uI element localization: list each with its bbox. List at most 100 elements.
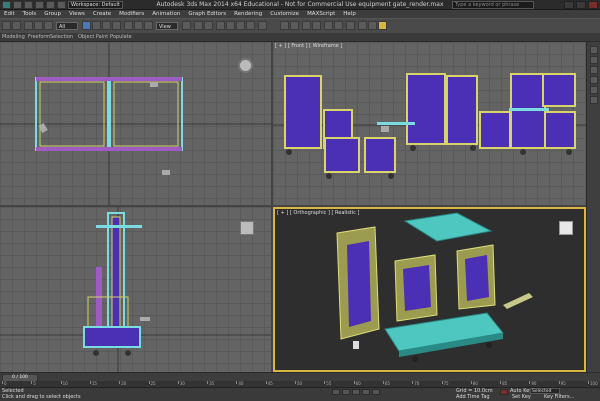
- minimize-icon[interactable]: [564, 1, 574, 9]
- curve-editor-icon[interactable]: [324, 21, 333, 30]
- timeline-tick: [236, 381, 238, 384]
- timeline-tick: [60, 381, 62, 384]
- timeline-tick-label: 65: [384, 381, 390, 386]
- rotate-icon[interactable]: [134, 21, 143, 30]
- menu-group[interactable]: Group: [40, 10, 65, 18]
- viewport-perspective[interactable]: [ + ] [ Orthographic ] [ Realistic ]: [273, 207, 586, 372]
- timeline-tick-label: 30: [179, 381, 185, 386]
- close-icon[interactable]: [588, 1, 598, 9]
- menu-help[interactable]: Help: [339, 10, 360, 18]
- viewport-label[interactable]: [ + ] [ Orthographic ] [ Realistic ]: [277, 210, 359, 216]
- graphite-tools-icon[interactable]: [312, 21, 321, 30]
- link-icon[interactable]: [24, 21, 33, 30]
- search-input[interactable]: Type a keyword or phrase: [452, 1, 534, 9]
- select-by-name-icon[interactable]: [92, 21, 101, 30]
- set-key-label[interactable]: Set Key: [512, 394, 531, 400]
- timeline-tick-label: 90: [531, 381, 537, 386]
- create-tab-icon[interactable]: [590, 46, 598, 54]
- key-icon[interactable]: [500, 389, 508, 395]
- scale-icon[interactable]: [144, 21, 153, 30]
- prompt-line: Click and drag to select objects: [2, 394, 81, 400]
- reference-coordinate-dropdown[interactable]: View: [156, 22, 178, 30]
- timeline-tick-label: 100: [590, 381, 598, 386]
- viewcube-icon[interactable]: [559, 221, 573, 235]
- top-view-objects: [0, 42, 271, 205]
- undo-icon[interactable]: [2, 21, 11, 30]
- schematic-view-icon[interactable]: [334, 21, 343, 30]
- timeline-tick: [382, 381, 384, 384]
- go-to-start-icon[interactable]: [332, 389, 340, 395]
- menu-views[interactable]: Views: [65, 10, 89, 18]
- tab-object-paint[interactable]: Object Paint: [78, 33, 108, 41]
- maximize-icon[interactable]: [576, 1, 586, 9]
- viewport-top[interactable]: [0, 42, 271, 205]
- timeline-tick: [412, 381, 414, 384]
- add-time-tag-button[interactable]: Add Time Tag: [456, 394, 490, 400]
- menu-graph-editors[interactable]: Graph Editors: [184, 10, 230, 18]
- front-view-objects: [273, 73, 586, 179]
- previous-frame-icon[interactable]: [342, 389, 350, 395]
- go-to-end-icon[interactable]: [372, 389, 380, 395]
- named-selection-icon[interactable]: [258, 21, 267, 30]
- next-frame-icon[interactable]: [362, 389, 370, 395]
- menu-maxscript[interactable]: MAXScript: [303, 10, 339, 18]
- rendered-frame-icon[interactable]: [368, 21, 377, 30]
- menu-edit[interactable]: Edit: [0, 10, 19, 18]
- window-crossing-icon[interactable]: [112, 21, 121, 30]
- window-controls: [564, 1, 598, 9]
- menu-modifiers[interactable]: Modifiers: [115, 10, 148, 18]
- viewport-front[interactable]: [ + ] [ Front ] [ Wireframe ]: [273, 42, 586, 205]
- layer-manager-icon[interactable]: [302, 21, 311, 30]
- modify-tab-icon[interactable]: [590, 56, 598, 64]
- timeline-tick: [148, 381, 150, 384]
- select-manipulate-icon[interactable]: [194, 21, 203, 30]
- selection-filter-dropdown[interactable]: All: [56, 22, 78, 30]
- tab-freeform[interactable]: Freeform: [28, 33, 50, 41]
- menu-animation[interactable]: Animation: [148, 10, 184, 18]
- tab-modeling[interactable]: Modeling: [2, 33, 25, 41]
- menu-customize[interactable]: Customize: [266, 10, 303, 18]
- timeline-tick: [2, 381, 3, 384]
- timeline-tick: [529, 381, 531, 384]
- key-filters-button[interactable]: Key Filters...: [544, 394, 574, 400]
- title-bar: Workspace: Default Autodesk 3ds Max 2014…: [0, 0, 600, 10]
- render-setup-icon[interactable]: [358, 21, 367, 30]
- region-select-icon[interactable]: [102, 21, 111, 30]
- timeline-tick: [558, 381, 560, 384]
- move-icon[interactable]: [124, 21, 133, 30]
- display-tab-icon[interactable]: [590, 86, 598, 94]
- align-icon[interactable]: [290, 21, 299, 30]
- tab-selection[interactable]: Selection: [50, 33, 73, 41]
- pivot-icon[interactable]: [182, 21, 191, 30]
- material-editor-icon[interactable]: [346, 21, 355, 30]
- mirror-icon[interactable]: [280, 21, 289, 30]
- percent-snap-icon[interactable]: [236, 21, 245, 30]
- hierarchy-tab-icon[interactable]: [590, 66, 598, 74]
- menu-create[interactable]: Create: [89, 10, 115, 18]
- bind-icon[interactable]: [44, 21, 53, 30]
- timeline-tick-label: 85: [502, 381, 508, 386]
- menu-rendering[interactable]: Rendering: [230, 10, 266, 18]
- perspective-view-objects: [336, 212, 533, 362]
- timeline-tick-label: 25: [150, 381, 156, 386]
- utilities-tab-icon[interactable]: [590, 96, 598, 104]
- tab-populate[interactable]: Populate: [110, 33, 132, 41]
- unlink-icon[interactable]: [34, 21, 43, 30]
- select-icon[interactable]: [82, 21, 91, 30]
- spinner-snap-icon[interactable]: [246, 21, 255, 30]
- viewcube-icon[interactable]: [240, 221, 254, 235]
- menu-tools[interactable]: Tools: [19, 10, 41, 18]
- timeline-tick-label: 35: [209, 381, 215, 386]
- viewport-left[interactable]: [0, 207, 271, 372]
- viewport-label[interactable]: [ + ] [ Front ] [ Wireframe ]: [275, 43, 342, 49]
- viewcube-icon[interactable]: [238, 58, 253, 73]
- redo-icon[interactable]: [12, 21, 21, 30]
- play-icon[interactable]: [352, 389, 360, 395]
- motion-tab-icon[interactable]: [590, 76, 598, 84]
- keyboard-shortcut-icon[interactable]: [204, 21, 213, 30]
- timeline-tick-label: 40: [238, 381, 244, 386]
- snap-icon[interactable]: [216, 21, 225, 30]
- render-icon[interactable]: [378, 21, 387, 30]
- angle-snap-icon[interactable]: [226, 21, 235, 30]
- gate-frame-top-left: [35, 77, 183, 151]
